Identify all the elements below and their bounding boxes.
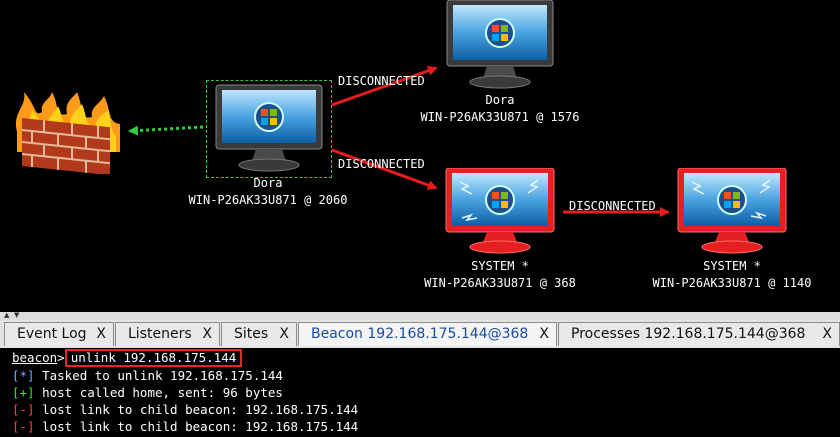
tab-label: Processes 192.168.175.144@368 — [571, 326, 806, 342]
node-host: WIN-P26AK33U871 @ 1140 — [652, 276, 812, 290]
console-output-line: [+] host called home, sent: 96 bytes — [12, 384, 283, 401]
tab-label: Beacon 192.168.175.144@368 — [311, 326, 529, 342]
tab-label: Listeners — [128, 326, 192, 342]
close-icon[interactable]: X — [279, 326, 289, 342]
node-label: Dora WIN-P26AK33U871 @ 1576 — [400, 92, 600, 126]
node-host: WIN-P26AK33U871 @ 368 — [424, 276, 576, 290]
firewall-link — [128, 125, 204, 136]
node-host: WIN-P26AK33U871 @ 2060 — [188, 193, 348, 207]
beacon-node-dora-2060[interactable] — [214, 83, 324, 173]
error-tag: [-] — [12, 419, 35, 434]
collapse-up-icon[interactable]: ▲ — [4, 311, 9, 319]
node-user: Dora — [253, 176, 283, 190]
windows-computer-icon — [446, 0, 554, 89]
error-tag: [-] — [12, 402, 35, 417]
beacon-node-system-1140[interactable] — [674, 167, 790, 254]
windows-computer-broken-icon — [445, 167, 555, 254]
prompt-user: beacon — [12, 350, 58, 365]
output-text: host called home, sent: 96 bytes — [34, 385, 283, 400]
node-label: SYSTEM * WIN-P26AK33U871 @ 368 — [400, 258, 600, 292]
console-output-line: [-] lost link to child beacon: 192.168.1… — [12, 401, 358, 418]
node-user: Dora — [485, 93, 515, 107]
console-prompt-line[interactable]: beacon> unlink 192.168.175.144 — [12, 349, 243, 367]
beacon-node-dora-1576[interactable] — [445, 0, 555, 90]
close-icon[interactable]: X — [539, 326, 549, 342]
node-user: SYSTEM * — [703, 259, 761, 273]
pivot-graph[interactable]: DISCONNECTED DISCONNECTED DISCONNECTED D… — [0, 0, 840, 312]
collapse-down-icon[interactable]: ▼ — [14, 311, 19, 319]
output-text: Tasked to unlink 192.168.175.144 — [34, 368, 283, 383]
output-text: lost link to child beacon: 192.168.175.1… — [34, 419, 359, 434]
edge-label: DISCONNECTED — [338, 74, 425, 88]
edge-label: DISCONNECTED — [338, 157, 425, 171]
output-text: lost link to child beacon: 192.168.175.1… — [34, 402, 359, 417]
windows-computer-broken-icon — [677, 167, 787, 254]
tab-event-log[interactable]: Event Log X — [4, 322, 114, 346]
tab-beacon[interactable]: Beacon 192.168.175.144@368 X — [298, 322, 557, 346]
tab-processes[interactable]: Processes 192.168.175.144@368 X — [558, 322, 840, 346]
node-host: WIN-P26AK33U871 @ 1576 — [420, 110, 580, 124]
close-icon[interactable]: X — [822, 326, 832, 342]
console-output-line: [-] lost link to child beacon: 192.168.1… — [12, 418, 358, 435]
beacon-node-system-368[interactable] — [442, 167, 558, 254]
node-user: SYSTEM * — [471, 259, 529, 273]
windows-computer-icon — [215, 84, 323, 172]
pane-splitter[interactable]: ▲ ▼ — [0, 311, 840, 320]
info-tag: [*] — [12, 368, 35, 383]
beacon-console[interactable]: beacon> unlink 192.168.175.144 [*] Tasked… — [0, 348, 840, 437]
tab-label: Event Log — [17, 326, 87, 342]
tab-listeners[interactable]: Listeners X — [115, 322, 220, 346]
tab-label: Sites — [234, 326, 269, 342]
console-output-line: [*] Tasked to unlink 192.168.175.144 — [12, 367, 283, 384]
close-icon[interactable]: X — [96, 326, 106, 342]
edge-label: DISCONNECTED — [569, 199, 656, 213]
close-icon[interactable]: X — [202, 326, 212, 342]
command-input[interactable]: unlink 192.168.175.144 — [64, 349, 243, 367]
node-label: SYSTEM * WIN-P26AK33U871 @ 1140 — [632, 258, 832, 292]
prompt-symbol: > — [57, 350, 65, 365]
success-tag: [+] — [12, 385, 35, 400]
tab-sites[interactable]: Sites X — [221, 322, 297, 346]
node-label: Dora WIN-P26AK33U871 @ 2060 — [168, 175, 368, 209]
firewall-icon — [12, 92, 122, 176]
tab-bar: Event Log X Listeners X Sites X Beacon 1… — [0, 320, 840, 349]
